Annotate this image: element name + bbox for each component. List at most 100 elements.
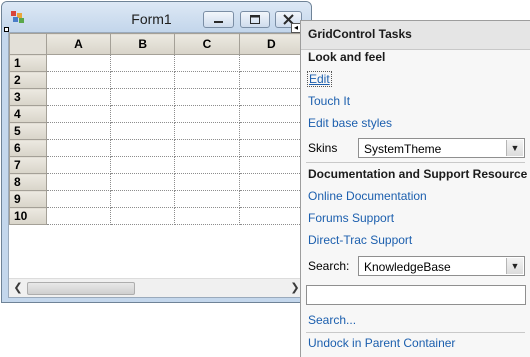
grid-cell[interactable] [239, 173, 304, 191]
grid-cell[interactable] [174, 190, 240, 208]
grid-cell[interactable] [46, 88, 112, 106]
grid-corner-cell[interactable] [9, 33, 47, 55]
form-window[interactable]: Form1 A B C D 1 2 3 4 5 6 7 8 9 10 ❮ ❯ [1, 1, 312, 303]
row-header[interactable]: 4 [9, 105, 47, 123]
grid-cell[interactable] [174, 88, 240, 106]
row-header[interactable]: 3 [9, 88, 47, 106]
grid-cell[interactable] [239, 54, 304, 72]
table-row: 3 [9, 88, 304, 106]
touch-it-link[interactable]: Touch It [308, 94, 350, 108]
grid-header-row: A B C D [9, 33, 304, 55]
row-header[interactable]: 5 [9, 122, 47, 140]
horizontal-scrollbar[interactable]: ❮ ❯ [9, 278, 304, 297]
grid-cell[interactable] [239, 190, 304, 208]
column-header[interactable]: B [110, 33, 176, 55]
chevron-down-icon[interactable]: ▼ [506, 258, 523, 274]
skins-value: SystemTheme [364, 142, 442, 156]
edit-link[interactable]: Edit [307, 71, 332, 87]
grid-cell[interactable] [174, 156, 240, 174]
documentation-heading: Documentation and Support Resource [308, 167, 528, 181]
grid-cell[interactable] [46, 122, 112, 140]
grid-cell[interactable] [110, 207, 176, 225]
grid-cell[interactable] [239, 207, 304, 225]
grid-cell[interactable] [46, 71, 112, 89]
direct-trac-support-link[interactable]: Direct-Trac Support [308, 233, 412, 247]
edit-base-styles-link[interactable]: Edit base styles [308, 116, 392, 130]
grid-cell[interactable] [46, 139, 112, 157]
grid-cell[interactable] [46, 190, 112, 208]
grid-cell[interactable] [174, 207, 240, 225]
maximize-button[interactable] [240, 11, 270, 28]
row-header[interactable]: 1 [9, 54, 47, 72]
grid-cell[interactable] [174, 173, 240, 191]
grid-cell[interactable] [46, 207, 112, 225]
search-input[interactable] [306, 285, 526, 305]
row-header[interactable]: 6 [9, 139, 47, 157]
skins-label: Skins [308, 141, 338, 155]
chevron-down-icon[interactable]: ▼ [506, 140, 523, 156]
maximize-icon [250, 15, 260, 24]
grid-cell[interactable] [110, 105, 176, 123]
panel-title: GridControl Tasks [308, 27, 412, 41]
minimize-icon [214, 21, 223, 23]
panel-header: GridControl Tasks [301, 21, 530, 50]
grid-cell[interactable] [174, 122, 240, 140]
grid-cell[interactable] [110, 156, 176, 174]
grid-cell[interactable] [46, 173, 112, 191]
table-row: 2 [9, 71, 304, 89]
undock-link[interactable]: Undock in Parent Container [308, 336, 455, 350]
minimize-button[interactable] [203, 11, 234, 28]
table-row: 1 [9, 54, 304, 72]
table-row: 8 [9, 173, 304, 191]
forums-support-link[interactable]: Forums Support [308, 211, 394, 225]
table-row: 4 [9, 105, 304, 123]
grid-cell[interactable] [110, 173, 176, 191]
column-header[interactable]: D [238, 33, 304, 55]
selection-handle[interactable] [4, 27, 9, 32]
grid-cell[interactable] [110, 88, 176, 106]
grid-cell[interactable] [239, 105, 304, 123]
row-header[interactable]: 8 [9, 173, 47, 191]
search-label: Search: [308, 259, 350, 273]
grid-cell[interactable] [46, 54, 112, 72]
skins-dropdown[interactable]: SystemTheme ▼ [358, 138, 525, 158]
grid-cell[interactable] [110, 54, 176, 72]
grid-cell[interactable] [110, 139, 176, 157]
table-row: 6 [9, 139, 304, 157]
grid-cell[interactable] [239, 139, 304, 157]
client-area: A B C D 1 2 3 4 5 6 7 8 9 10 ❮ ❯ [8, 32, 305, 298]
section-divider [306, 332, 525, 333]
column-header[interactable]: C [174, 33, 240, 55]
grid-cell[interactable] [174, 54, 240, 72]
grid-cell[interactable] [110, 122, 176, 140]
section-divider [306, 162, 525, 163]
scroll-thumb[interactable] [27, 282, 135, 295]
scroll-left-icon[interactable]: ❮ [11, 281, 25, 295]
grid-cell[interactable] [46, 156, 112, 174]
grid-control[interactable]: A B C D 1 2 3 4 5 6 7 8 9 10 [9, 33, 304, 225]
grid-cell[interactable] [239, 156, 304, 174]
row-header[interactable]: 2 [9, 71, 47, 89]
search-source-dropdown[interactable]: KnowledgeBase ▼ [358, 256, 525, 276]
grid-cell[interactable] [110, 71, 176, 89]
row-header[interactable]: 9 [9, 190, 47, 208]
search-source-value: KnowledgeBase [364, 260, 451, 274]
grid-cell[interactable] [174, 71, 240, 89]
row-header[interactable]: 7 [9, 156, 47, 174]
column-header[interactable]: A [45, 33, 112, 55]
grid-cell[interactable] [174, 139, 240, 157]
table-row: 7 [9, 156, 304, 174]
table-row: 9 [9, 190, 304, 208]
search-link[interactable]: Search... [308, 313, 356, 327]
grid-cell[interactable] [239, 71, 304, 89]
grid-cell[interactable] [239, 122, 304, 140]
row-header[interactable]: 10 [9, 207, 47, 225]
title-bar[interactable]: Form1 [2, 2, 311, 32]
grid-cell[interactable] [174, 105, 240, 123]
grid-cell[interactable] [239, 88, 304, 106]
tasks-panel: GridControl Tasks Look and feel Edit Tou… [300, 20, 530, 357]
grid-cell[interactable] [110, 190, 176, 208]
grid-cell[interactable] [46, 105, 112, 123]
table-row: 10 [9, 207, 304, 225]
online-documentation-link[interactable]: Online Documentation [308, 189, 427, 203]
